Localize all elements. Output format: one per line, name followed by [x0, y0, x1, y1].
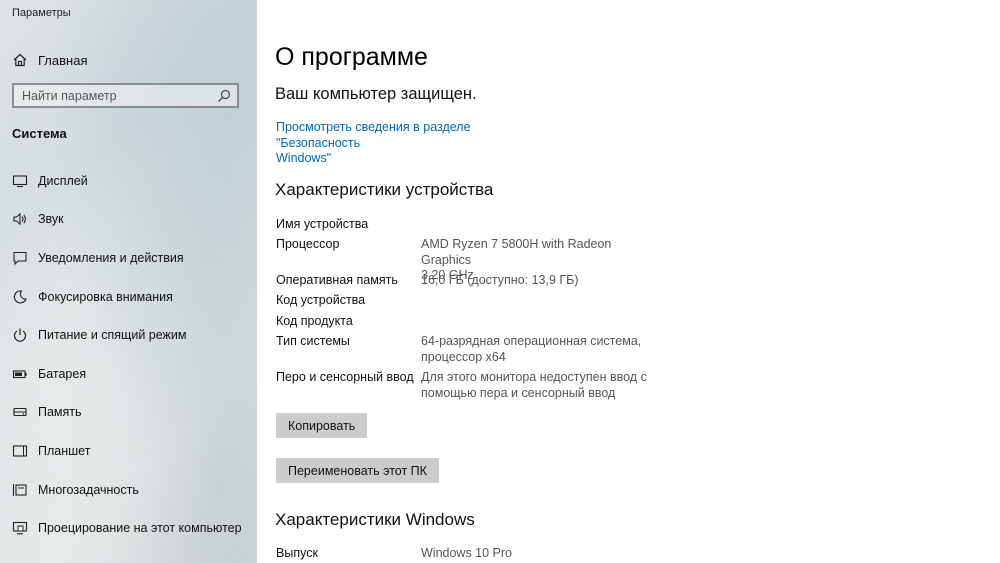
- sidebar-item-label: Память: [38, 405, 82, 419]
- page-title: О программе: [275, 43, 428, 71]
- sidebar-item-focus-assist[interactable]: Фокусировка внимания: [12, 286, 252, 308]
- home-nav-item[interactable]: Главная: [12, 49, 87, 71]
- power-icon: [13, 328, 27, 342]
- sidebar-item-notifications[interactable]: Уведомления и действия: [12, 247, 252, 269]
- sidebar-item-multitasking[interactable]: Многозадачность: [12, 479, 252, 501]
- processor-label: Процессор: [276, 237, 340, 251]
- system-type-value: 64-разрядная операционная система, проце…: [421, 334, 661, 365]
- sidebar-item-label: Уведомления и действия: [38, 251, 184, 265]
- edition-label: Выпуск: [276, 546, 318, 560]
- window-title: Параметры: [12, 7, 71, 19]
- sidebar-item-label: Звук: [38, 212, 64, 226]
- ram-value: 16,0 ГБ (доступно: 13,9 ГБ): [421, 273, 579, 287]
- pen-touch-value: Для этого монитора недоступен ввод с пом…: [421, 370, 661, 401]
- system-type-value-line2: процессор x64: [421, 349, 506, 364]
- search-input[interactable]: Найти параметр: [12, 83, 239, 108]
- sidebar-item-label: Батарея: [38, 367, 87, 381]
- device-name-label: Имя устройства: [276, 217, 369, 231]
- security-link-line1: Просмотреть сведения в разделе "Безопасн…: [276, 120, 471, 150]
- sidebar-item-projecting[interactable]: Проецирование на этот компьютер: [12, 517, 252, 539]
- sidebar-item-sound[interactable]: Звук: [12, 208, 252, 230]
- edition-value: Windows 10 Pro: [421, 546, 513, 560]
- notifications-icon: [13, 251, 27, 266]
- sidebar-item-label: Многозадачность: [38, 483, 139, 497]
- main-content: О программе Ваш компьютер защищен. Просм…: [257, 0, 1000, 563]
- system-type-value-line1: 64-разрядная операционная система,: [421, 334, 642, 348]
- focus-assist-icon: [13, 290, 27, 304]
- device-id-label: Код устройства: [276, 293, 366, 307]
- windows-specs-heading: Характеристики Windows: [275, 510, 475, 529]
- projecting-icon: [12, 521, 28, 535]
- tablet-icon: [12, 445, 28, 457]
- storage-icon: [13, 407, 27, 417]
- ram-label: Оперативная память: [276, 273, 398, 287]
- sidebar-item-storage[interactable]: Память: [12, 401, 252, 423]
- multitasking-icon: [12, 484, 27, 496]
- search-icon[interactable]: [217, 89, 231, 103]
- sidebar-item-label: Дисплей: [38, 174, 88, 188]
- security-details-link[interactable]: Просмотреть сведения в разделе "Безопасн…: [276, 120, 556, 167]
- sidebar-item-label: Фокусировка внимания: [38, 290, 173, 304]
- sidebar-item-label: Питание и спящий режим: [38, 328, 187, 342]
- security-link-line2: Windows": [276, 151, 332, 165]
- product-id-label: Код продукта: [276, 314, 353, 328]
- pen-touch-label: Перо и сенсорный ввод: [276, 370, 414, 384]
- sidebar-item-power[interactable]: Питание и спящий режим: [12, 324, 252, 346]
- sidebar-item-label: Планшет: [38, 444, 91, 458]
- protection-status: Ваш компьютер защищен.: [275, 85, 477, 103]
- section-title-system: Система: [12, 126, 67, 141]
- search-placeholder: Найти параметр: [22, 88, 117, 103]
- sound-icon: [13, 212, 26, 226]
- copy-button[interactable]: Копировать: [276, 413, 368, 438]
- system-type-label: Тип системы: [276, 334, 350, 348]
- pen-touch-value-line1: Для этого монитора недоступен ввод с: [421, 370, 647, 384]
- display-icon: [12, 175, 28, 188]
- home-icon: [13, 53, 27, 67]
- sidebar: Параметры Главная Найти параметр Система…: [0, 0, 257, 563]
- sidebar-item-battery[interactable]: Батарея: [12, 363, 252, 385]
- sidebar-item-tablet[interactable]: Планшет: [12, 440, 252, 462]
- home-label: Главная: [38, 52, 88, 68]
- sidebar-item-label: Проецирование на этот компьютер: [38, 521, 242, 535]
- pen-touch-value-line2: помощью пера и сенсорный ввод: [421, 385, 616, 400]
- device-specs-heading: Характеристики устройства: [275, 180, 494, 199]
- rename-pc-button[interactable]: Переименовать этот ПК: [276, 458, 439, 483]
- processor-value-line1: AMD Ryzen 7 5800H with Radeon Graphics: [421, 237, 612, 267]
- sidebar-item-display[interactable]: Дисплей: [12, 170, 252, 192]
- battery-icon: [12, 370, 27, 379]
